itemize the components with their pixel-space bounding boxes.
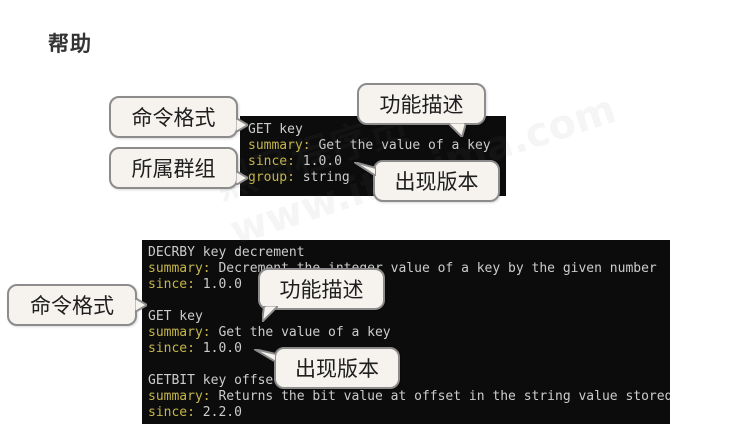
terminal-line: summary: Returns the bit value at offset… bbox=[148, 389, 670, 405]
page-title: 帮助 bbox=[48, 32, 92, 56]
terminal-field-label: since: bbox=[148, 277, 195, 292]
terminal-field-value: 2.2.0 bbox=[194, 405, 242, 420]
terminal-field-value: Returns the bit value at offset in the s… bbox=[218, 389, 670, 404]
terminal-bottom: DECRBY key decrement summary: Decrement t… bbox=[142, 240, 670, 424]
callout-pointer bbox=[236, 118, 248, 132]
terminal-field-value: Get the value of a key bbox=[210, 325, 391, 340]
terminal-line: since: 2.2.0 bbox=[148, 405, 670, 421]
terminal-field-label: since: bbox=[148, 405, 195, 420]
terminal-line: GETBIT key offset bbox=[148, 373, 282, 388]
terminal-line: since: 1.0.0 bbox=[148, 277, 670, 293]
terminal-line: summary: Decrement the integer value of … bbox=[148, 261, 670, 277]
terminal-field-value: string bbox=[294, 170, 350, 185]
terminal-line: GET key bbox=[148, 309, 203, 324]
callout-description: 功能描述 bbox=[357, 83, 486, 125]
callout-pointer bbox=[254, 349, 276, 363]
callout-group: 所属群组 bbox=[109, 147, 238, 189]
terminal-field-label: since: bbox=[148, 341, 195, 356]
terminal-line: DECRBY key decrement bbox=[148, 245, 305, 260]
callout-command-format: 命令格式 bbox=[109, 96, 238, 138]
terminal-field-value: 1.0.0 bbox=[194, 277, 242, 292]
callout-version: 出现版本 bbox=[274, 347, 400, 389]
callout-pointer bbox=[262, 306, 278, 322]
terminal-field-value: 1.0.0 bbox=[294, 154, 342, 169]
terminal-line: summary: Get the value of a key bbox=[148, 325, 670, 341]
terminal-field-label: summary: bbox=[148, 261, 211, 276]
callout-pointer bbox=[236, 171, 248, 185]
terminal-line: summary: Get the value of a key bbox=[248, 138, 506, 154]
terminal-field-value: 1.0.0 bbox=[194, 341, 242, 356]
callout-pointer bbox=[135, 298, 147, 312]
callout-pointer bbox=[354, 162, 376, 176]
callout-command-format: 命令格式 bbox=[7, 284, 137, 326]
terminal-field-label: group: bbox=[248, 170, 295, 185]
terminal-field-label: summary: bbox=[148, 389, 211, 404]
terminal-line: since: 1.0.0 bbox=[148, 341, 670, 357]
callout-version: 出现版本 bbox=[373, 160, 500, 202]
terminal-field-label: summary: bbox=[148, 325, 211, 340]
callout-pointer bbox=[448, 123, 466, 137]
terminal-field-label: since: bbox=[248, 154, 295, 169]
terminal-field-value: Get the value of a key bbox=[310, 138, 491, 153]
callout-description: 功能描述 bbox=[258, 268, 385, 310]
terminal-field-label: summary: bbox=[248, 138, 311, 153]
